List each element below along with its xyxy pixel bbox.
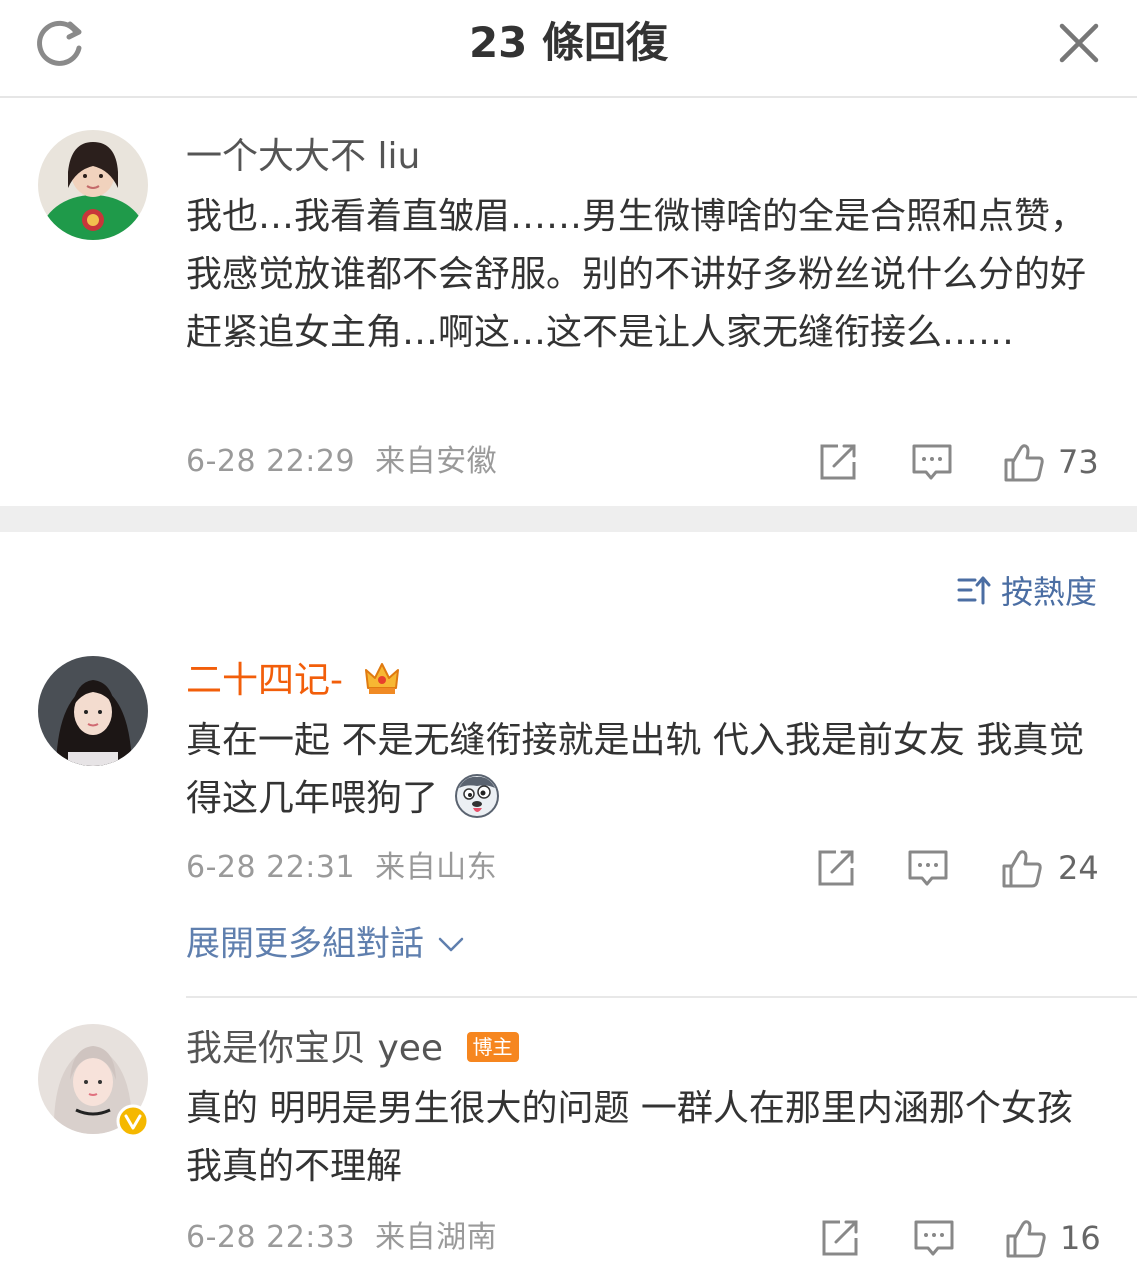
section-separator — [0, 506, 1137, 532]
sort-by-hot-button[interactable]: 按熱度 — [957, 570, 1097, 611]
comment-location: 来自湖南 — [375, 1220, 498, 1255]
comment-text: 真在一起 不是无缝衔接就是出轨 代入我是前女友 我真觉得这几年喂狗了 — [186, 712, 1096, 828]
sort-icon — [957, 576, 991, 605]
comment-time: 6-28 22:33 — [186, 1220, 356, 1255]
comment-icon[interactable] — [912, 1216, 956, 1260]
comment-text: 我也…我看着直皱眉……男生微博啥的全是合照和点赞，我感觉放谁都不会舒服。别的不讲… — [186, 196, 1087, 353]
like-count: 73 — [1058, 443, 1099, 481]
username[interactable]: 二十四记- — [186, 658, 402, 704]
comment-meta: 6-28 22:33 来自湖南 — [186, 1218, 497, 1258]
username-text: 我是你宝贝 yee — [186, 1028, 444, 1069]
vip-crown-icon — [365, 663, 400, 694]
repost-icon[interactable] — [818, 1216, 862, 1260]
like-count: 24 — [1058, 849, 1099, 887]
sort-label: 按熱度 — [1000, 573, 1097, 611]
comment-time: 6-28 22:31 — [186, 850, 356, 885]
avatar[interactable] — [38, 130, 148, 240]
like-icon[interactable] — [1000, 846, 1044, 890]
expand-label: 展開更多組對話 — [186, 924, 424, 964]
blogger-badge: 博主 — [466, 1032, 519, 1062]
expand-more-conversations-link[interactable]: 展開更多組對話 — [186, 922, 466, 966]
verified-icon — [116, 1104, 150, 1138]
husky-emoji-icon — [455, 774, 500, 818]
avatar[interactable] — [38, 656, 148, 766]
comment-time: 6-28 22:29 — [186, 444, 356, 479]
close-icon[interactable] — [1056, 20, 1102, 66]
comment-icon[interactable] — [910, 440, 954, 484]
username[interactable]: 一个大大不 liu — [186, 134, 420, 180]
comment-location: 来自安徽 — [375, 444, 498, 479]
username[interactable]: 我是你宝贝 yee 博主 — [186, 1026, 519, 1072]
comment-location: 来自山东 — [375, 850, 498, 885]
username-text: 二十四记- — [186, 660, 343, 701]
divider — [186, 996, 1137, 998]
repost-icon[interactable] — [816, 440, 860, 484]
page-title: 23 條回復 — [468, 18, 669, 67]
comment-meta: 6-28 22:31 来自山东 — [186, 848, 497, 888]
comment-icon[interactable] — [906, 846, 950, 890]
like-count: 16 — [1060, 1219, 1101, 1257]
header-bar: 23 條回復 — [0, 0, 1137, 98]
comment-text-content: 真在一起 不是无缝衔接就是出轨 代入我是前女友 我真觉得这几年喂狗了 — [186, 720, 1085, 819]
chevron-down-icon — [438, 937, 464, 952]
comment-meta: 6-28 22:29 来自安徽 — [186, 442, 497, 482]
like-icon[interactable] — [1004, 1216, 1048, 1260]
comment-text: 真的 明明是男生很大的问题 一群人在那里内涵那个女孩 我真的不理解 — [186, 1088, 1073, 1187]
like-icon[interactable] — [1002, 440, 1046, 484]
repost-icon[interactable] — [814, 846, 858, 890]
